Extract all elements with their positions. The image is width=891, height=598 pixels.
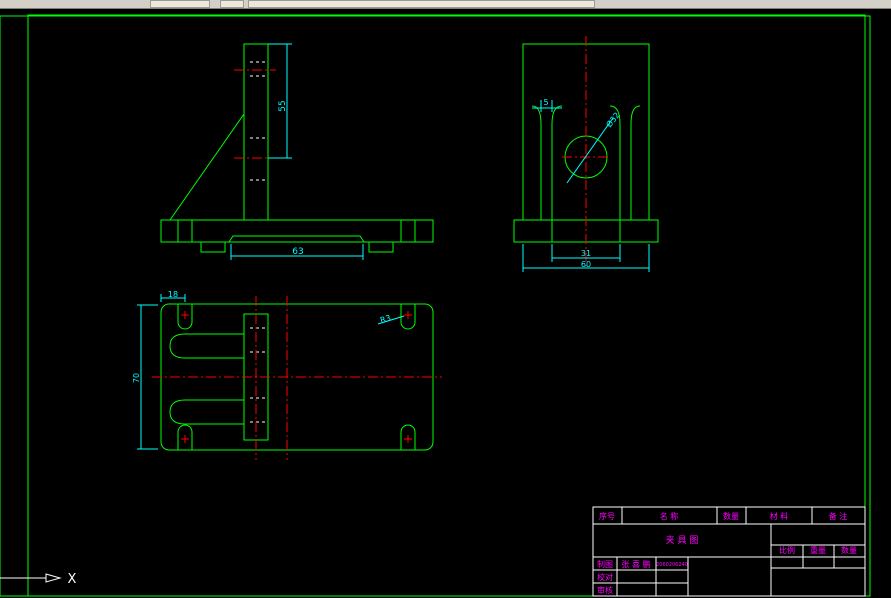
front-view — [160, 43, 434, 253]
toolbar-combo[interactable] — [150, 0, 210, 8]
dim-front-height: 55 — [278, 100, 288, 111]
ucs-icon — [0, 573, 62, 583]
dim-side-inner: 31 — [581, 249, 591, 258]
title-row-checked: 校对 — [597, 572, 613, 582]
dim-side-width: 60 — [581, 260, 591, 269]
title-header-remark: 备 注 — [829, 511, 848, 521]
title-prop-scale: 比例 — [779, 545, 795, 555]
toolbar-button[interactable] — [220, 0, 244, 8]
dim-front-base: 63 — [292, 247, 303, 257]
title-drawer-id: 2060206240 — [656, 562, 688, 568]
ucs-x-label: X — [68, 572, 77, 587]
title-row-drawn: 制图 — [597, 559, 613, 569]
top-view-centerlines — [152, 296, 442, 460]
title-header-no: 序号 — [599, 511, 615, 521]
dim-top-slot: 18 — [168, 290, 178, 299]
top-view-hidden — [250, 327, 268, 423]
title-header-name: 名 称 — [660, 511, 679, 521]
outer-frame — [0, 15, 871, 597]
dim-top-radius: R3 — [379, 313, 392, 324]
top-view-dims — [137, 294, 405, 450]
front-view-centerlines — [234, 69, 276, 159]
side-view-centerlines — [562, 36, 610, 270]
dim-top-depth: 70 — [132, 373, 141, 383]
title-drawer-name: 张 喜 鹏 — [621, 559, 650, 569]
cad-drawing-canvas[interactable]: 55 63 5 Ø32 31 60 18 R3 70 序号 名 称 数量 材 料… — [0, 8, 891, 598]
front-view-hidden — [250, 61, 268, 181]
toolbar-field[interactable] — [248, 0, 595, 8]
drawing-title: 夹 具 图 — [666, 534, 699, 546]
title-row-approved: 审核 — [597, 585, 613, 595]
dim-side-slot: 5 — [543, 98, 548, 107]
title-prop-qty: 数量 — [841, 545, 857, 555]
title-header-qty: 数量 — [723, 511, 739, 521]
title-prop-weight: 重量 — [810, 545, 826, 555]
title-header-material: 材 料 — [770, 511, 789, 521]
